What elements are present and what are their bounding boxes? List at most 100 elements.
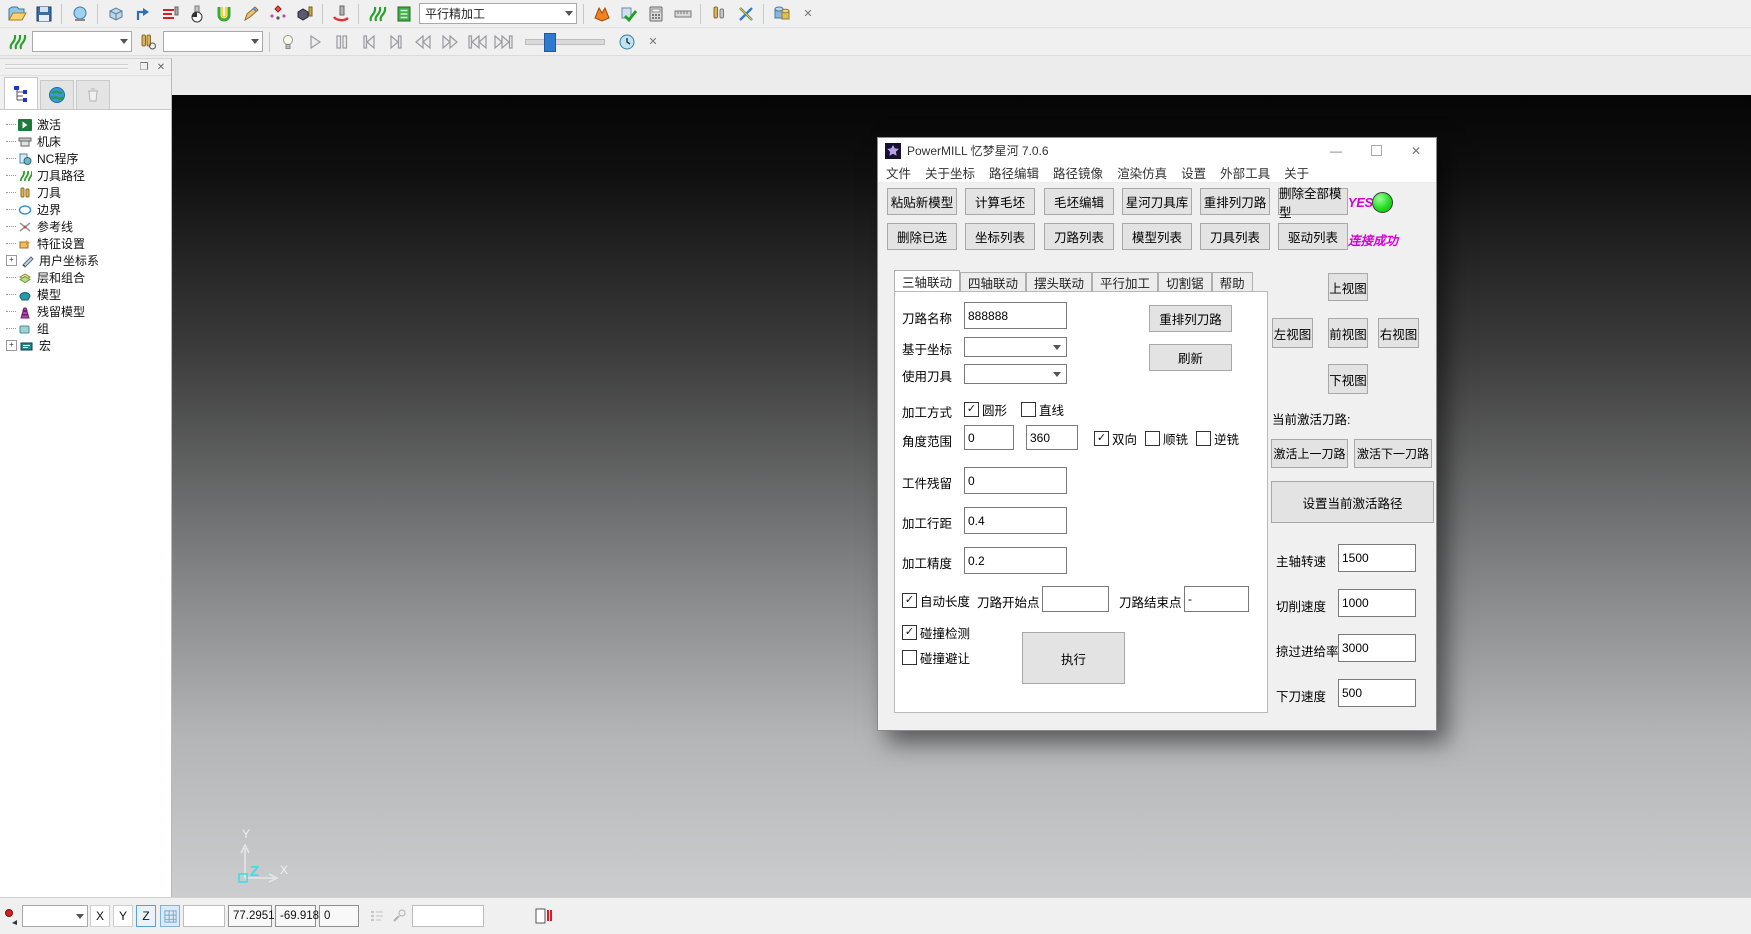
grip-handle[interactable] (5, 64, 128, 71)
speed-input-主轴转速[interactable] (1338, 544, 1416, 572)
strategy-combobox[interactable]: 平行精加工 (419, 3, 577, 24)
minimize-button[interactable]: — (1316, 138, 1356, 163)
ffwd-icon[interactable] (436, 29, 463, 55)
doc-pause-icon[interactable] (532, 905, 554, 927)
menu-路径编辑[interactable]: 路径编辑 (989, 163, 1039, 182)
step-fwd-icon[interactable] (382, 29, 409, 55)
tree-item-参考线[interactable]: 参考线 (6, 218, 171, 235)
skip-start-icon[interactable] (463, 29, 490, 55)
start-point-input[interactable] (1042, 586, 1109, 612)
float-panel-icon[interactable]: ❐ (137, 61, 151, 73)
direction-option-顺铣[interactable]: 顺铣 (1145, 429, 1188, 448)
xyz-list-icon[interactable] (368, 905, 386, 927)
set-active-path-button[interactable]: 设置当前激活路径 (1271, 481, 1434, 523)
collision-check-checkbox[interactable]: ✓碰撞检测 (902, 623, 970, 642)
clock-icon[interactable] (613, 29, 640, 55)
action-button-计算毛坯[interactable]: 计算毛坯 (965, 188, 1035, 215)
action-button-驱动列表[interactable]: 驱动列表 (1278, 223, 1348, 250)
fox-tool-icon[interactable] (588, 1, 615, 27)
checkbox-box[interactable] (1196, 431, 1211, 446)
mode-option-圆形[interactable]: ✓圆形 (964, 400, 1007, 419)
view-front-button[interactable]: 前视图 (1328, 318, 1368, 348)
cylinder-pair-icon[interactable] (768, 1, 795, 27)
direction-option-逆铣[interactable]: 逆铣 (1196, 429, 1239, 448)
tab-平行加工[interactable]: 平行加工 (1092, 272, 1158, 291)
leads-arrow-icon[interactable] (129, 1, 156, 27)
speed-input-掠过进给率[interactable] (1338, 634, 1416, 662)
trash-tab[interactable] (76, 80, 110, 109)
checkbox-box[interactable] (1145, 431, 1160, 446)
slider-handle[interactable] (544, 33, 556, 52)
verify-check-icon[interactable] (615, 1, 642, 27)
axis-button-Y[interactable]: Y (113, 905, 133, 927)
toolpath-name-input[interactable] (964, 302, 1067, 329)
axis-button-Z[interactable]: Z (136, 905, 156, 927)
action-button-删除已选[interactable]: 删除已选 (887, 223, 957, 250)
cut-scissors-icon[interactable] (732, 1, 759, 27)
action-button-坐标列表[interactable]: 坐标列表 (965, 223, 1035, 250)
close-panel-icon[interactable]: ✕ (154, 61, 168, 73)
collision-avoid-checkbox[interactable]: 碰撞避让 (902, 648, 970, 667)
tab-帮助[interactable]: 帮助 (1212, 272, 1253, 291)
tolerance-input[interactable] (964, 547, 1067, 574)
checkbox-box[interactable]: ✓ (964, 402, 979, 417)
angle-to-input[interactable] (1026, 425, 1078, 450)
tree-item-刀具路径[interactable]: 刀具路径 (6, 167, 171, 184)
probe-icon[interactable] (390, 905, 408, 927)
tree-item-机床[interactable]: 机床 (6, 133, 171, 150)
tab-四轴联动[interactable]: 四轴联动 (960, 272, 1026, 291)
dialog-titlebar[interactable]: PowerMILL 忆梦星河 7.0.6 — ✕ (878, 138, 1436, 163)
action-button-删除全部模型[interactable]: 删除全部模型 (1278, 188, 1348, 215)
rew-icon[interactable] (409, 29, 436, 55)
menu-关于坐标[interactable]: 关于坐标 (925, 163, 975, 182)
close-toolbar-icon[interactable]: ✕ (644, 33, 662, 51)
tool-pair-icon[interactable] (705, 1, 732, 27)
menu-渲染仿真[interactable]: 渲染仿真 (1117, 163, 1167, 182)
simulation-speed-slider[interactable] (525, 39, 605, 45)
tab-三轴联动[interactable]: 三轴联动 (894, 270, 960, 291)
activate-next-button[interactable]: 激活下一刀路 (1354, 439, 1432, 468)
measure-field[interactable] (412, 905, 484, 927)
explorer-grip[interactable]: ❐ ✕ (0, 59, 171, 76)
pattern-pencil-icon[interactable] (237, 1, 264, 27)
sim1-combobox[interactable] (32, 31, 132, 52)
tool-search-icon[interactable] (134, 29, 161, 55)
speed-input-下刀速度[interactable] (1338, 679, 1416, 707)
stock-cutter-icon[interactable] (291, 1, 318, 27)
simulate-arc-icon[interactable] (327, 1, 354, 27)
open-folder-icon[interactable] (3, 1, 30, 27)
tree-item-NC程序[interactable]: NC程序 (6, 150, 171, 167)
action-button-模型列表[interactable]: 模型列表 (1122, 223, 1192, 250)
maximize-button[interactable] (1356, 138, 1396, 163)
menu-关于[interactable]: 关于 (1284, 163, 1309, 182)
view-bottom-button[interactable]: 下视图 (1328, 364, 1368, 394)
points-diamond-icon[interactable] (264, 1, 291, 27)
sim2-combobox[interactable] (163, 31, 263, 52)
mode-option-直线[interactable]: 直线 (1021, 400, 1064, 419)
view-right-button[interactable]: 右视图 (1378, 318, 1419, 348)
axis-button-X[interactable]: X (90, 905, 110, 927)
statusbar-select[interactable] (22, 905, 88, 927)
tree-item-激活[interactable]: 激活 (6, 116, 171, 133)
tree-item-边界[interactable]: 边界 (6, 201, 171, 218)
menu-外部工具[interactable]: 外部工具 (1220, 163, 1270, 182)
refresh-button[interactable]: 刷新 (1149, 344, 1232, 371)
boundary-u-icon[interactable] (210, 1, 237, 27)
use-tool-select[interactable] (964, 364, 1067, 384)
action-button-星河刀具库[interactable]: 星河刀具库 (1122, 188, 1192, 215)
tree-item-宏[interactable]: +宏 (6, 337, 171, 354)
toolpath-spring-icon[interactable] (3, 29, 30, 55)
globe-tab[interactable] (40, 80, 74, 109)
tree-item-残留模型[interactable]: 残留模型 (6, 303, 171, 320)
tab-切割锯[interactable]: 切割锯 (1158, 272, 1212, 291)
pause-icon[interactable] (328, 29, 355, 55)
menu-文件[interactable]: 文件 (886, 163, 911, 182)
stock-remain-input[interactable] (964, 467, 1067, 494)
tab-摆头联动[interactable]: 摆头联动 (1026, 272, 1092, 291)
bulb-icon[interactable] (274, 29, 301, 55)
tree-tab[interactable] (4, 77, 38, 109)
expand-icon[interactable]: + (6, 255, 17, 266)
close-button[interactable]: ✕ (1396, 138, 1436, 163)
tree-item-层和组合[interactable]: 层和组合 (6, 269, 171, 286)
tree-item-用户坐标系[interactable]: +用户坐标系 (6, 252, 171, 269)
